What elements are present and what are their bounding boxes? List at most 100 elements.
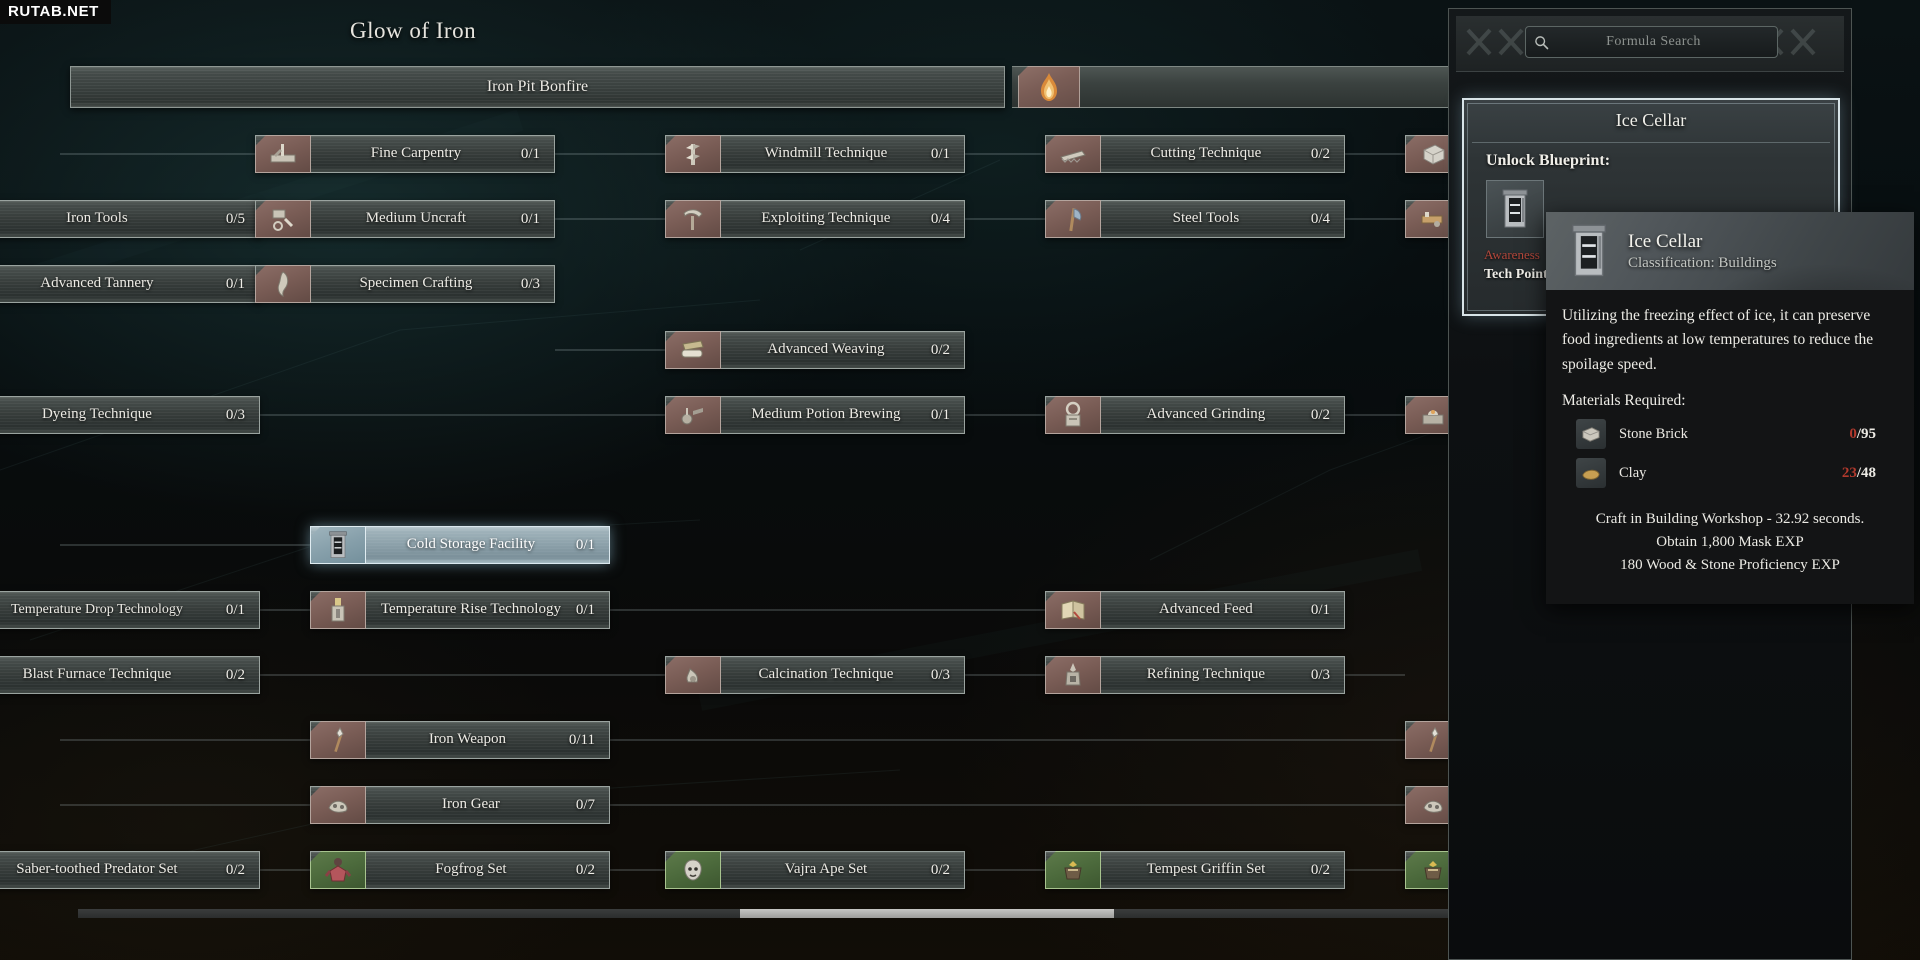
tech-node-saber-toothed-set[interactable]: Saber-toothed Predator Set0/2 (0, 851, 260, 889)
tech-node-advanced-grinding[interactable]: Advanced Grinding0/2 (1045, 396, 1345, 434)
tech-node-label: Tempest Griffin Set (1101, 862, 1311, 878)
tech-node-progress: 0/3 (226, 407, 259, 424)
material-amount: 0/95 (1849, 426, 1898, 443)
uncraft-icon (255, 200, 311, 238)
tech-node-progress: 0/7 (576, 797, 609, 814)
scroll-icon (665, 331, 721, 369)
search-icon (1526, 35, 1556, 50)
tech-node-label: Calcination Technique (721, 667, 931, 683)
tech-node-cold-storage-facility[interactable]: Cold Storage Facility0/1 (310, 526, 610, 564)
carpentry-icon (255, 135, 311, 173)
thermometer-icon (310, 591, 366, 629)
spear-icon (310, 721, 366, 759)
tech-node-label: Cutting Technique (1101, 146, 1311, 162)
tech-node-progress: 0/1 (931, 146, 964, 163)
materials-list: Stone Brick0/95 Clay23/48 (1562, 419, 1898, 488)
tech-node-label: Temperature Rise Technology (366, 602, 576, 618)
tech-node-iron-gear[interactable]: Iron Gear0/7 (310, 786, 610, 824)
item-tooltip: Ice Cellar Classification: Buildings Uti… (1546, 212, 1914, 604)
book-icon (1045, 591, 1101, 629)
tech-node-progress: 0/2 (1311, 146, 1344, 163)
tech-node-label: Specimen Crafting (311, 276, 521, 292)
tech-node-iron-weapon[interactable]: Iron Weapon0/11 (310, 721, 610, 759)
tech-node-medium-potion-brewing[interactable]: Medium Potion Brewing0/1 (665, 396, 965, 434)
tech-node-label: Fogfrog Set (366, 862, 576, 878)
refine-icon (1045, 656, 1101, 694)
tech-node-advanced-feed[interactable]: Advanced Feed0/1 (1045, 591, 1345, 629)
tech-node-label: Vajra Ape Set (721, 862, 931, 878)
tech-node-windmill-technique[interactable]: Windmill Technique0/1 (665, 135, 965, 173)
search-placeholder: Formula Search (1556, 34, 1777, 50)
materials-required-label: Materials Required: (1562, 392, 1898, 410)
tech-node-temperature-drop-tech[interactable]: Temperature Drop Technology0/1 (0, 591, 260, 629)
tech-node-progress: 0/4 (1311, 211, 1344, 228)
tech-node-progress: 0/1 (521, 146, 554, 163)
tree-banner-iron-pit-bonfire[interactable]: Iron Pit Bonfire (70, 66, 1005, 108)
ice-cellar-icon[interactable] (1486, 180, 1544, 238)
tech-node-exploiting-technique[interactable]: Exploiting Technique0/4 (665, 200, 965, 238)
tech-node-specimen-crafting[interactable]: Specimen Crafting0/3 (255, 265, 555, 303)
tech-node-progress: 0/1 (226, 602, 259, 619)
tech-node-label: Exploiting Technique (721, 211, 931, 227)
tech-node-progress: 0/3 (521, 276, 554, 293)
potion-icon (665, 396, 721, 434)
material-row: Clay23/48 (1562, 458, 1898, 488)
tooltip-classification: Classification: Buildings (1628, 255, 1777, 272)
tech-node-progress: 0/1 (521, 211, 554, 228)
tooltip-description: Utilizing the freezing effect of ice, it… (1562, 304, 1898, 377)
tech-node-progress: 0/1 (1311, 602, 1344, 619)
tech-node-medium-uncraft[interactable]: Medium Uncraft0/1 (255, 200, 555, 238)
material-name: Stone Brick (1606, 426, 1849, 443)
tech-node-iron-tools[interactable]: Iron Tools0/5 (0, 200, 260, 238)
tech-node-calcination-technique[interactable]: Calcination Technique0/3 (665, 656, 965, 694)
detail-card-title: Ice Cellar (1464, 110, 1838, 131)
tech-node-advanced-weaving[interactable]: Advanced Weaving0/2 (665, 331, 965, 369)
tech-node-label: Advanced Weaving (721, 342, 931, 358)
craft-time-line: Craft in Building Workshop - 32.92 secon… (1562, 508, 1898, 531)
tech-node-dyeing-technique[interactable]: Dyeing Technique0/3 (0, 396, 260, 434)
tech-node-label: Refining Technique (1101, 667, 1311, 683)
tech-node-label: Fine Carpentry (311, 146, 521, 162)
tech-node-progress: 0/2 (226, 667, 259, 684)
clay-icon (1576, 458, 1606, 488)
tech-node-progress: 0/2 (931, 342, 964, 359)
tech-node-label: Iron Weapon (366, 732, 569, 748)
grinder-icon (1045, 396, 1101, 434)
proficiency-exp-line: 180 Wood & Stone Proficiency EXP (1562, 554, 1898, 577)
tech-node-fogfrog-set[interactable]: Fogfrog Set0/2 (310, 851, 610, 889)
stone-brick-icon (1576, 419, 1606, 449)
search-input[interactable]: Formula Search (1525, 26, 1778, 58)
tech-node-label: Iron Gear (366, 797, 576, 813)
tech-node-blast-furnace-tech[interactable]: Blast Furnace Technique0/2 (0, 656, 260, 694)
material-amount: 23/48 (1842, 465, 1898, 482)
tech-node-progress: 0/4 (931, 211, 964, 228)
tech-node-tempest-griffin-set[interactable]: Tempest Griffin Set0/2 (1045, 851, 1345, 889)
axe-icon (1045, 200, 1101, 238)
tech-node-label: Medium Uncraft (311, 211, 521, 227)
tech-node-progress: 0/2 (576, 862, 609, 879)
tech-node-label: Advanced Tannery (0, 276, 226, 292)
tech-node-vajra-ape-set[interactable]: Vajra Ape Set0/2 (665, 851, 965, 889)
tech-point-label: Tech Point (1484, 267, 1548, 283)
tech-node-fine-carpentry[interactable]: Fine Carpentry0/1 (255, 135, 555, 173)
ape-icon (665, 851, 721, 889)
material-name: Clay (1606, 465, 1842, 482)
banner-extension (1012, 66, 1482, 108)
tech-node-progress: 0/2 (1311, 862, 1344, 879)
tooltip-header: Ice Cellar Classification: Buildings (1546, 212, 1914, 290)
tech-node-advanced-tannery[interactable]: Advanced Tannery0/1 (0, 265, 260, 303)
tech-node-label: Cold Storage Facility (366, 537, 576, 553)
banner-label: Iron Pit Bonfire (487, 78, 588, 96)
tech-node-progress: 0/1 (576, 602, 609, 619)
tech-node-progress: 0/2 (226, 862, 259, 879)
tech-node-progress: 0/2 (1311, 407, 1344, 424)
horizontal-scrollbar-thumb[interactable] (740, 909, 1114, 918)
tech-node-steel-tools[interactable]: Steel Tools0/4 (1045, 200, 1345, 238)
calcination-icon (665, 656, 721, 694)
tech-node-label: Blast Furnace Technique (0, 667, 226, 683)
tech-node-cutting-technique[interactable]: Cutting Technique0/2 (1045, 135, 1345, 173)
ice-cellar-icon (310, 526, 366, 564)
tech-node-refining-technique[interactable]: Refining Technique0/3 (1045, 656, 1345, 694)
bonfire-icon[interactable] (1018, 66, 1080, 108)
tech-node-temperature-rise-tech[interactable]: Temperature Rise Technology0/1 (310, 591, 610, 629)
